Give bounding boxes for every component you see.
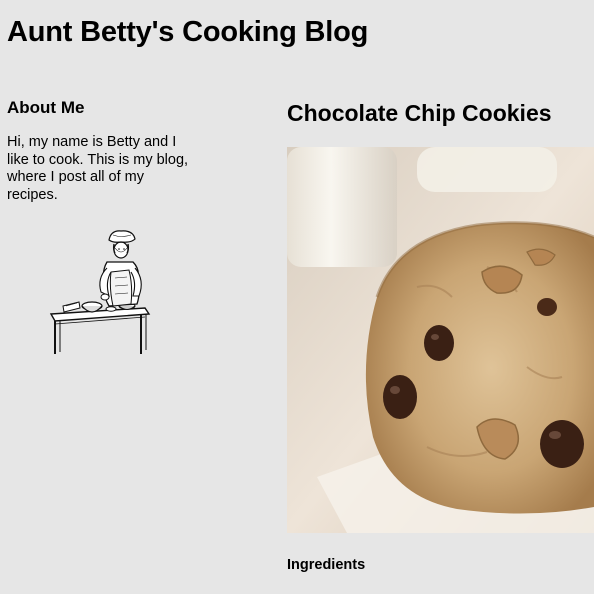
page: Aunt Betty's Cooking Blog About Me Hi, m…: [0, 0, 594, 594]
chef-illustration-icon: [49, 230, 151, 354]
recipe-title: Chocolate Chip Cookies: [287, 100, 552, 126]
cookie-photo-icon: [287, 147, 594, 533]
ingredients-heading: Ingredients: [287, 557, 366, 573]
recipe-main: Chocolate Chip Cookies Ingredients: [287, 96, 594, 573]
about-sidebar: About Me Hi, my name is Betty and I like…: [7, 96, 207, 354]
about-heading: About Me: [7, 98, 85, 117]
about-text: Hi, my name is Betty and I like to cook.…: [7, 134, 189, 203]
site-title: Aunt Betty's Cooking Blog: [7, 16, 369, 48]
